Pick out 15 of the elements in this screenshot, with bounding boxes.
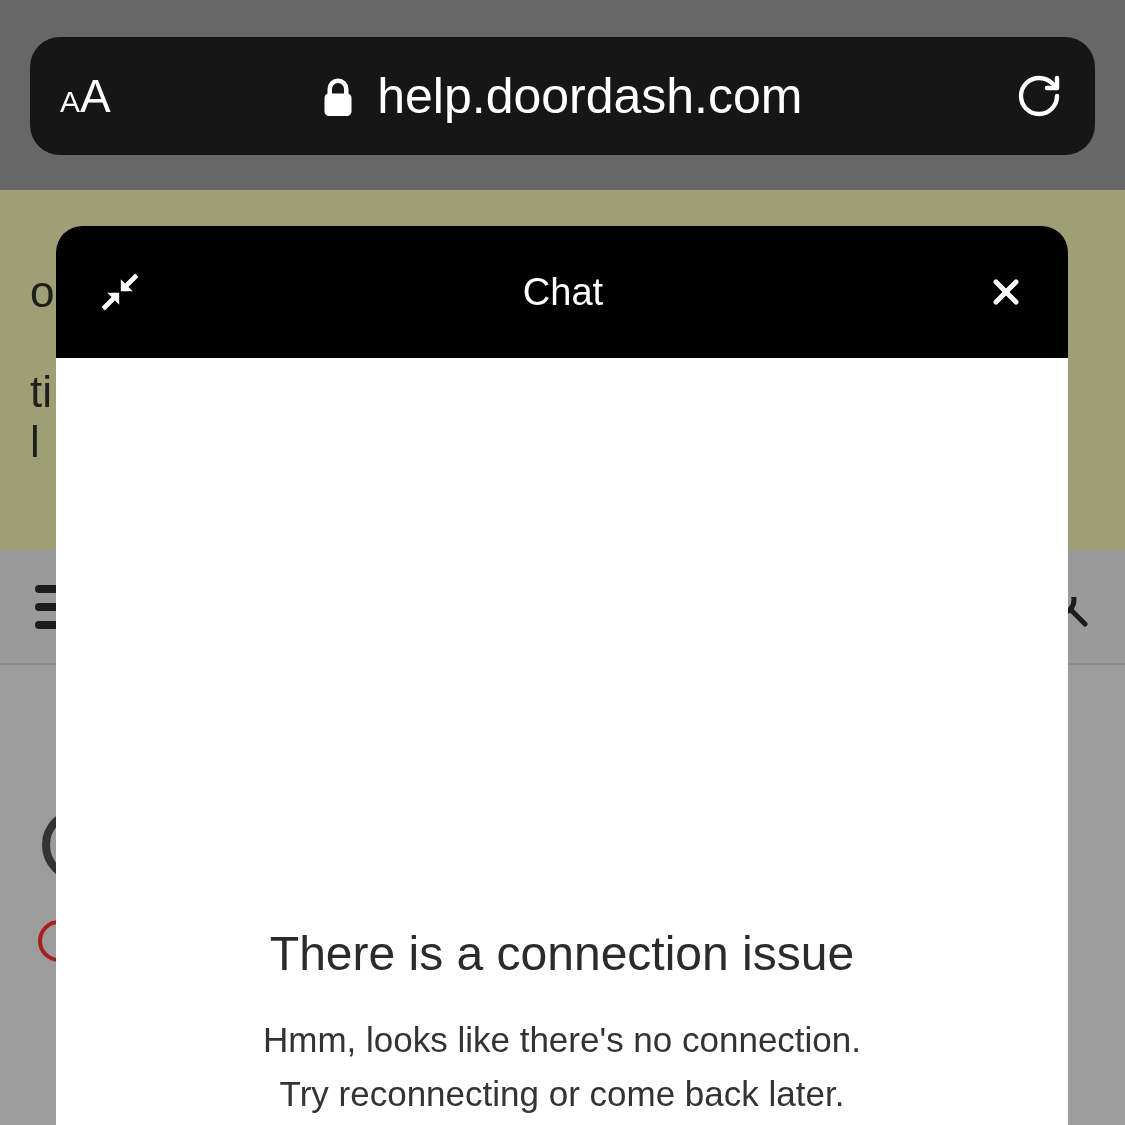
menu-button[interactable] [35,584,56,629]
menu-icon [35,584,56,629]
search-button[interactable] [1068,596,1088,627]
minimize-button[interactable] [100,272,140,312]
chat-title: Chat [522,273,604,311]
lock-icon [323,76,354,116]
address-field[interactable]: help.doordash.com [323,71,803,121]
banner-text: l [30,417,40,467]
text-size-button[interactable]: AA [60,73,111,119]
connection-heading: There is a connection issue [269,926,855,982]
minimize-icon [101,273,139,311]
banner-text: o [30,267,55,317]
banner-text: ti [30,367,52,417]
search-icon [1068,596,1088,627]
connection-message: Hmm, looks like there's no connection. Try reconnecting or come back later. [261,1019,863,1115]
